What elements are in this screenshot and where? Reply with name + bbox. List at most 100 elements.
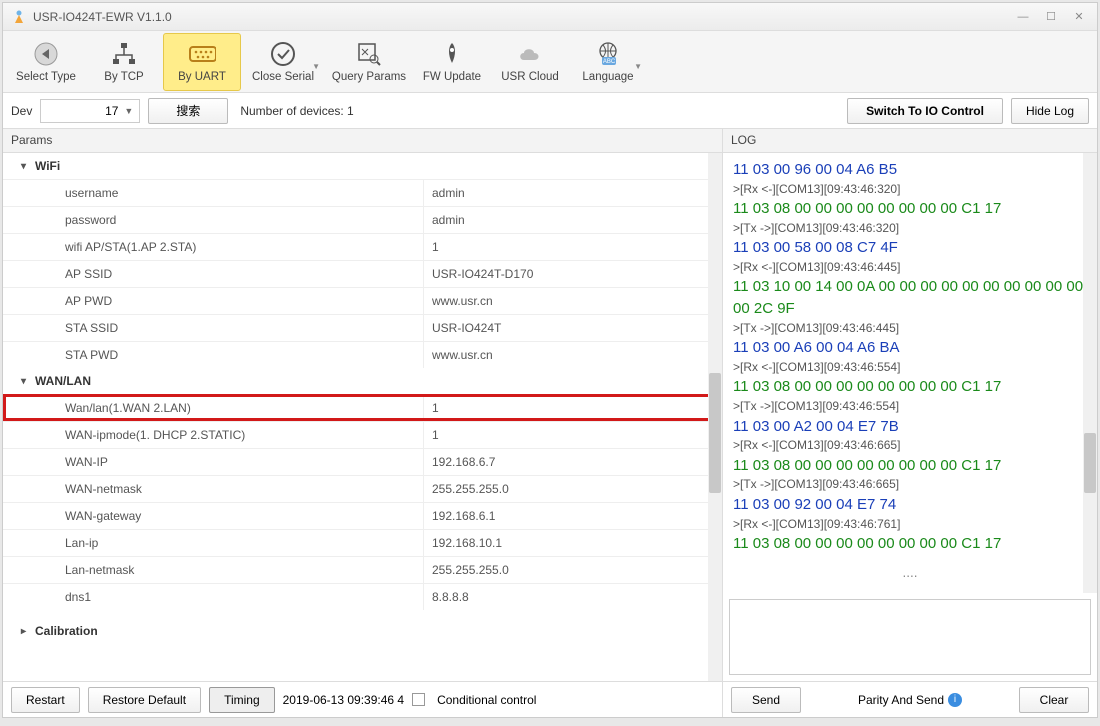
restart-button[interactable]: Restart xyxy=(11,687,80,713)
log-line: 11 03 08 00 00 00 00 00 00 00 00 C1 17 xyxy=(733,533,1087,555)
param-row[interactable]: WAN-netmask255.255.255.0 xyxy=(3,475,722,502)
usr-cloud-button[interactable]: USR Cloud xyxy=(491,33,569,91)
param-row[interactable]: STA SSIDUSR-IO424T xyxy=(3,314,722,341)
param-value[interactable]: 1 xyxy=(423,234,722,260)
device-bar: Dev 17 ▼ 搜索 Number of devices: 1 Switch … xyxy=(3,93,1097,129)
chevron-down-icon: ▾ xyxy=(21,161,35,172)
param-value[interactable]: 8.8.8.8 xyxy=(423,584,722,610)
query-icon xyxy=(355,40,383,68)
info-icon[interactable]: i xyxy=(948,693,962,707)
param-row[interactable]: usernameadmin xyxy=(3,179,722,206)
param-value[interactable]: USR-IO424T-D170 xyxy=(423,261,722,287)
dropdown-caret-icon: ▼ xyxy=(312,62,320,71)
search-button[interactable]: 搜索 xyxy=(148,98,228,124)
param-row[interactable]: dns18.8.8.8 xyxy=(3,583,722,610)
parity-send-label[interactable]: Parity And Send xyxy=(858,693,944,707)
log-header: LOG xyxy=(723,129,1097,153)
globe-abc-icon: ABC xyxy=(594,40,622,68)
param-value[interactable]: admin xyxy=(423,180,722,206)
close-button[interactable]: ✕ xyxy=(1069,9,1089,25)
param-value[interactable]: USR-IO424T xyxy=(423,315,722,341)
svg-text:ABC: ABC xyxy=(603,59,616,65)
param-value[interactable]: 192.168.6.7 xyxy=(423,449,722,475)
log-line: >[Rx <-][COM13][09:43:46:554] xyxy=(733,359,1087,376)
log-line: >[Tx ->][COM13][09:43:46:665] xyxy=(733,476,1087,493)
param-row[interactable]: Lan-ip192.168.10.1 xyxy=(3,529,722,556)
param-value[interactable]: 192.168.10.1 xyxy=(423,530,722,556)
param-value[interactable]: 1 xyxy=(423,422,722,448)
param-label: dns1 xyxy=(3,584,423,610)
query-params-button[interactable]: Query Params xyxy=(325,33,413,91)
param-row[interactable]: AP SSIDUSR-IO424T-D170 xyxy=(3,260,722,287)
rocket-icon xyxy=(438,40,466,68)
param-value[interactable]: www.usr.cn xyxy=(423,342,722,368)
send-button[interactable]: Send xyxy=(731,687,801,713)
select-type-button[interactable]: Select Type xyxy=(7,33,85,91)
param-row[interactable]: Wan/lan(1.WAN 2.LAN)1 xyxy=(3,394,722,421)
param-label: WAN-IP xyxy=(3,449,423,475)
param-value[interactable]: www.usr.cn xyxy=(423,288,722,314)
param-label: Wan/lan(1.WAN 2.LAN) xyxy=(3,395,423,421)
param-row[interactable]: WAN-IP192.168.6.7 xyxy=(3,448,722,475)
param-row[interactable]: STA PWDwww.usr.cn xyxy=(3,341,722,368)
param-value[interactable]: admin xyxy=(423,207,722,233)
by-tcp-button[interactable]: By TCP xyxy=(85,33,163,91)
log-line: 11 03 00 58 00 08 C7 4F xyxy=(733,237,1087,259)
param-value[interactable]: 255.255.255.0 xyxy=(423,476,722,502)
timestamp-label: 2019-06-13 09:39:46 4 xyxy=(283,693,404,707)
language-button[interactable]: ABC Language ▼ xyxy=(569,33,647,91)
param-value[interactable]: 1 xyxy=(423,395,722,421)
switch-io-button[interactable]: Switch To IO Control xyxy=(847,98,1003,124)
log-more-indicator: .... xyxy=(733,563,1087,583)
log-line: >[Tx ->][COM13][09:43:46:320] xyxy=(733,220,1087,237)
ribbon-toolbar: Select Type By TCP By UART Close Serial … xyxy=(3,31,1097,93)
params-header: Params xyxy=(3,129,722,153)
param-label: username xyxy=(3,180,423,206)
arrow-left-icon xyxy=(32,40,60,68)
checkmark-icon xyxy=(269,40,297,68)
maximize-button[interactable]: ☐ xyxy=(1041,9,1061,25)
log-body: 11 03 00 96 00 04 A6 B5>[Rx <-][COM13][0… xyxy=(723,153,1097,593)
log-line: 11 03 00 92 00 04 E7 74 xyxy=(733,494,1087,516)
param-label: password xyxy=(3,207,423,233)
log-line: >[Rx <-][COM13][09:43:46:445] xyxy=(733,259,1087,276)
param-row[interactable]: WAN-ipmode(1. DHCP 2.STATIC)1 xyxy=(3,421,722,448)
dev-select[interactable]: 17 ▼ xyxy=(40,99,140,123)
param-label: AP SSID xyxy=(3,261,423,287)
restore-default-button[interactable]: Restore Default xyxy=(88,687,201,713)
param-row[interactable]: wifi AP/STA(1.AP 2.STA)1 xyxy=(3,233,722,260)
app-icon xyxy=(11,9,27,25)
param-row[interactable]: passwordadmin xyxy=(3,206,722,233)
main-split: Params ▾ WiFi usernameadminpasswordadmin… xyxy=(3,129,1097,717)
titlebar: USR-IO424T-EWR V1.1.0 — ☐ ✕ xyxy=(3,3,1097,31)
param-value[interactable]: 192.168.6.1 xyxy=(423,503,722,529)
clear-button[interactable]: Clear xyxy=(1019,687,1089,713)
log-send-input[interactable] xyxy=(729,599,1091,675)
window-title: USR-IO424T-EWR V1.1.0 xyxy=(33,10,172,24)
log-scrollbar[interactable] xyxy=(1083,153,1097,593)
log-line: >[Tx ->][COM13][09:43:46:445] xyxy=(733,320,1087,337)
params-pane: Params ▾ WiFi usernameadminpasswordadmin… xyxy=(3,129,723,717)
hide-log-button[interactable]: Hide Log xyxy=(1011,98,1089,124)
fw-update-button[interactable]: FW Update xyxy=(413,33,491,91)
timing-button[interactable]: Timing xyxy=(209,687,275,713)
log-pane: LOG 11 03 00 96 00 04 A6 B5>[Rx <-][COM1… xyxy=(723,129,1097,717)
network-icon xyxy=(110,40,138,68)
log-footer: Send Parity And Send i Clear xyxy=(723,681,1097,717)
dev-label: Dev xyxy=(11,104,32,118)
log-line: 11 03 08 00 00 00 00 00 00 00 00 C1 17 xyxy=(733,198,1087,220)
minimize-button[interactable]: — xyxy=(1013,9,1033,25)
cond-ctrl-checkbox[interactable] xyxy=(412,693,425,706)
by-uart-button[interactable]: By UART xyxy=(163,33,241,91)
group-wanlan[interactable]: ▾ WAN/LAN xyxy=(3,368,722,394)
params-scrollbar[interactable] xyxy=(708,153,722,681)
param-label: WAN-netmask xyxy=(3,476,423,502)
param-row[interactable]: WAN-gateway192.168.6.1 xyxy=(3,502,722,529)
param-label: WAN-gateway xyxy=(3,503,423,529)
param-row[interactable]: Lan-netmask255.255.255.0 xyxy=(3,556,722,583)
close-serial-button[interactable]: Close Serial ▼ xyxy=(241,33,325,91)
group-wifi[interactable]: ▾ WiFi xyxy=(3,153,722,179)
param-value[interactable]: 255.255.255.0 xyxy=(423,557,722,583)
param-row[interactable]: AP PWDwww.usr.cn xyxy=(3,287,722,314)
group-calibration[interactable]: ▸ Calibration xyxy=(3,618,722,644)
